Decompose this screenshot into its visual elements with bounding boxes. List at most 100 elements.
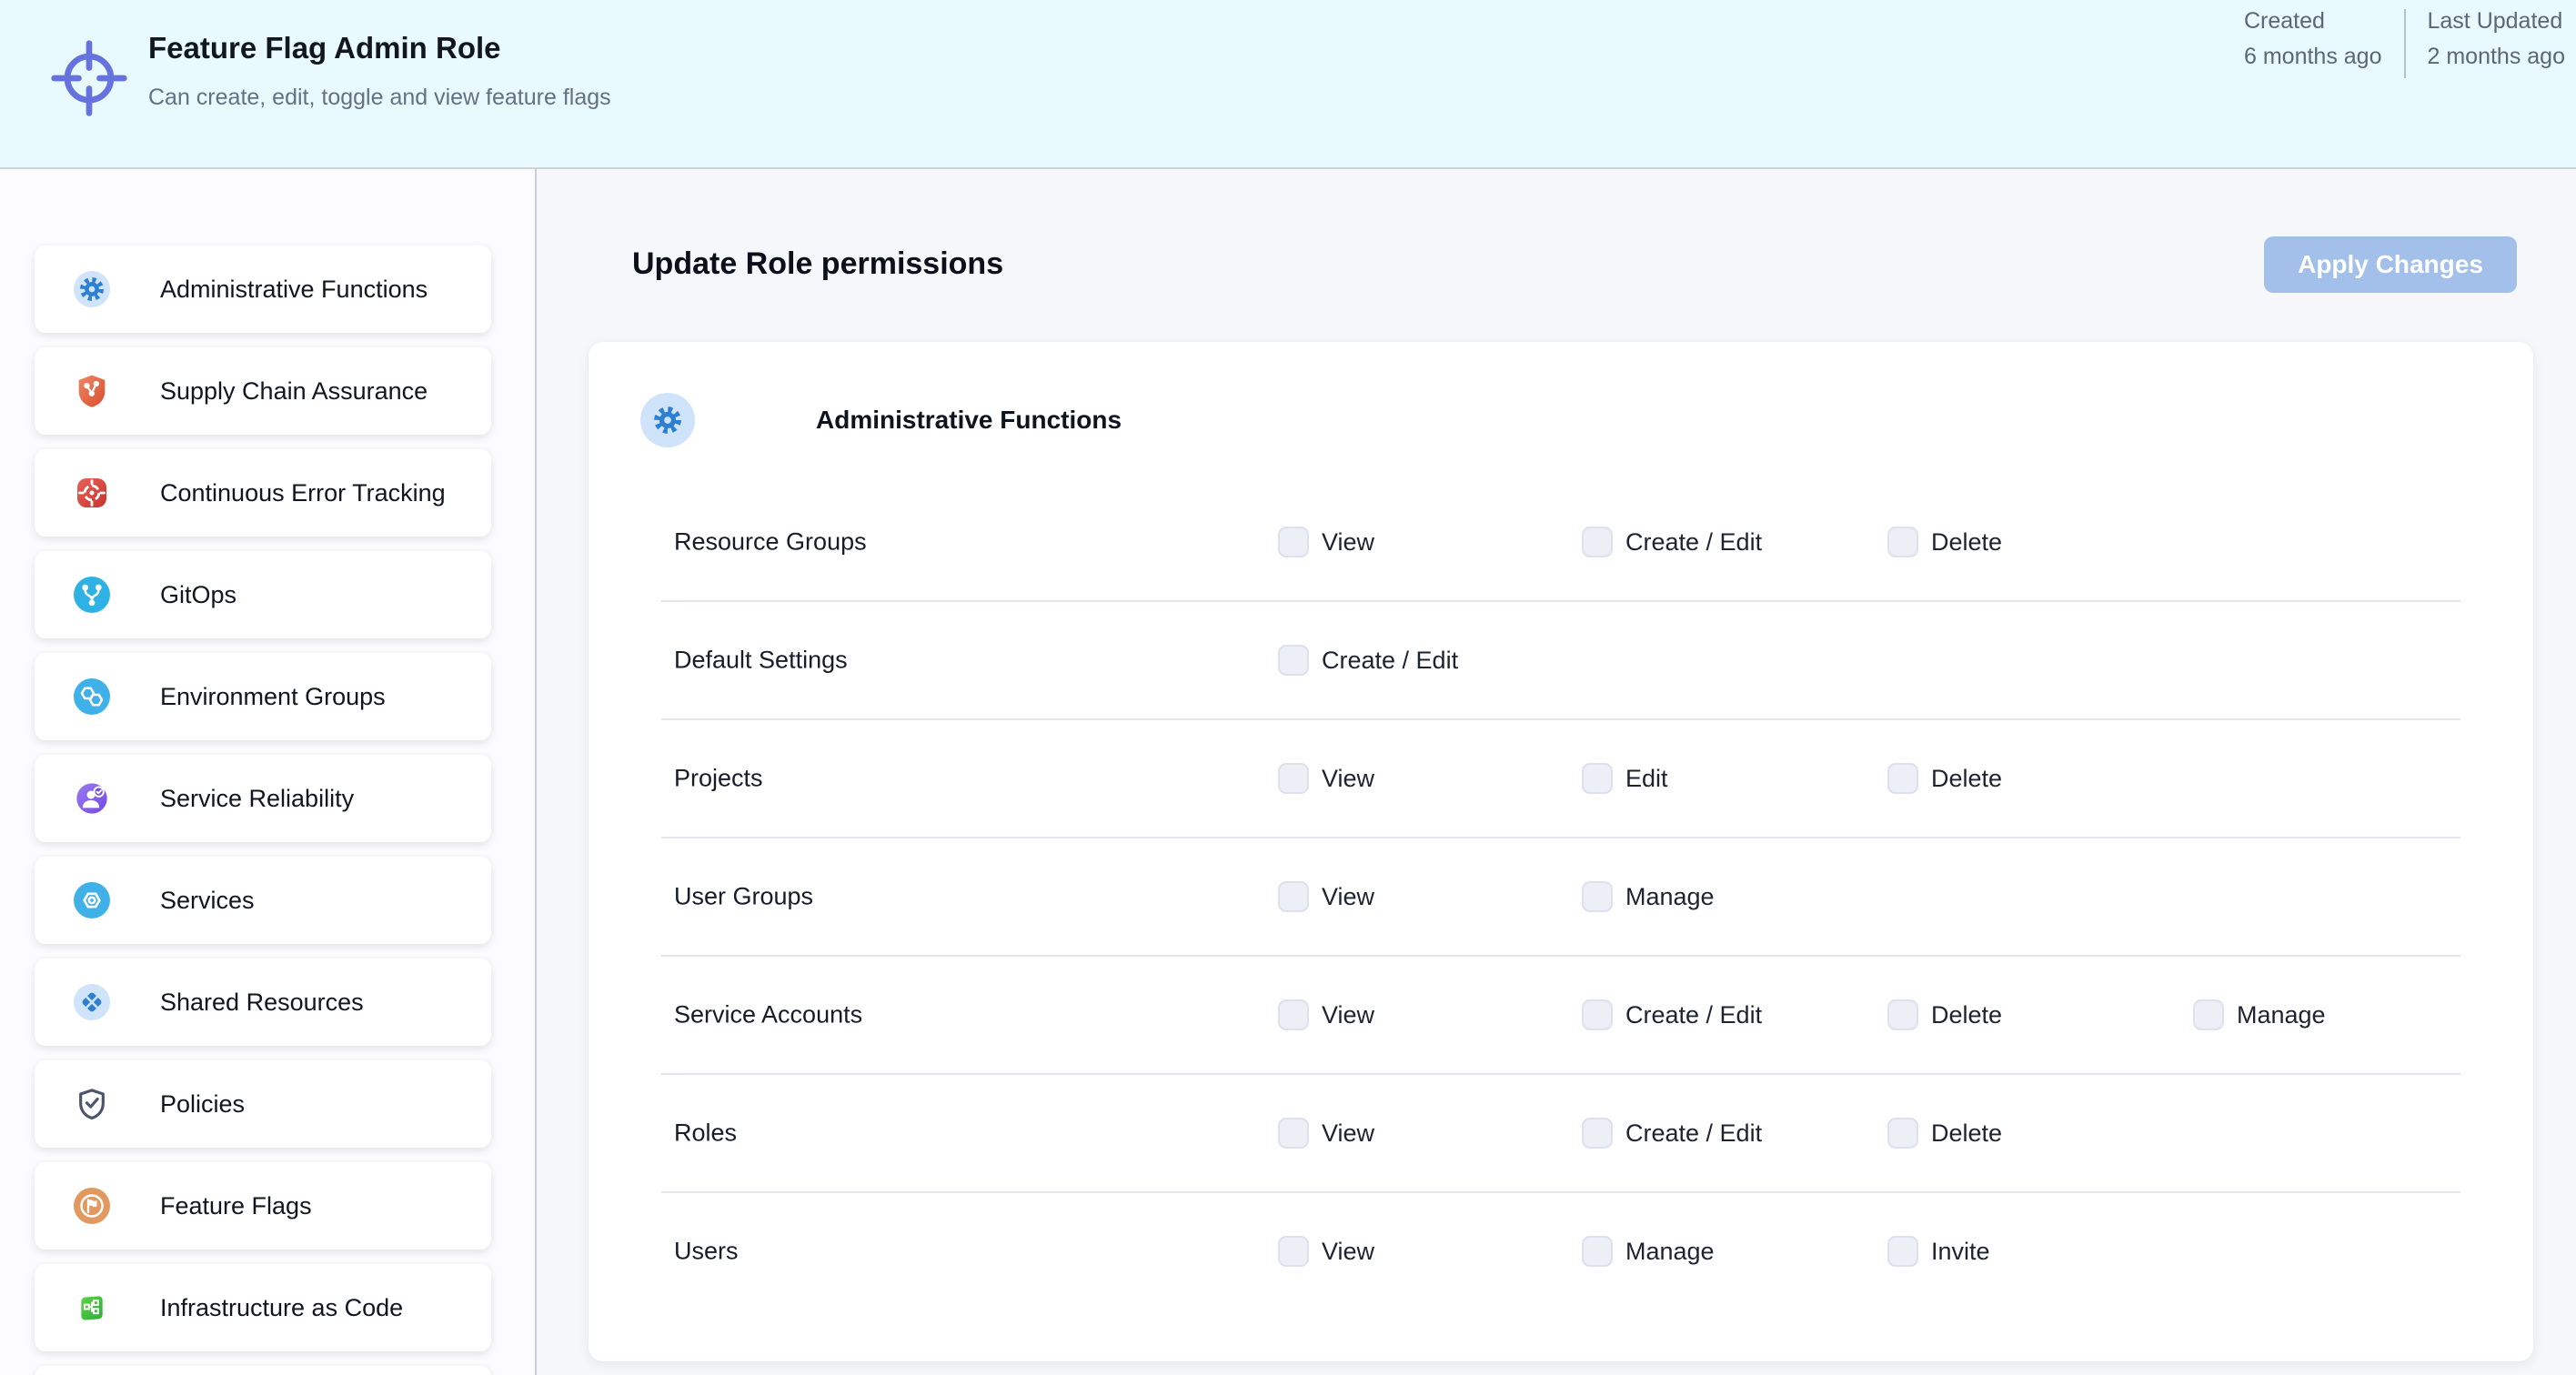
checkbox-default-settings-create-edit[interactable] (1278, 645, 1309, 676)
page-title: Feature Flag Admin Role (148, 31, 501, 65)
updated-value: 2 months ago (2428, 45, 2566, 69)
checkbox-service-accounts-view[interactable] (1278, 999, 1309, 1030)
shield-git-icon (74, 373, 110, 409)
permission-cell-projects-delete: Delete (1887, 763, 2002, 794)
permission-label[interactable]: View (1322, 765, 1374, 793)
permission-label[interactable]: View (1322, 883, 1374, 911)
sidebar-item-label: Continuous Error Tracking (160, 479, 446, 507)
permission-label[interactable]: Delete (1931, 765, 2002, 793)
permission-label[interactable]: Invite (1931, 1238, 1990, 1266)
role-meta: Created 6 months ago Last Updated 2 mont… (2244, 9, 2565, 78)
permission-label[interactable]: View (1322, 1119, 1374, 1148)
permission-label[interactable]: Manage (1625, 883, 1715, 911)
created-value: 6 months ago (2244, 45, 2382, 69)
checkbox-projects-delete[interactable] (1887, 763, 1918, 794)
checkbox-roles-create-edit[interactable] (1582, 1118, 1613, 1149)
sidebar-item-label: Shared Resources (160, 989, 364, 1017)
resource-name: Default Settings (674, 647, 848, 675)
shield-check-icon (74, 1086, 110, 1122)
created-meta: Created 6 months ago (2244, 9, 2382, 69)
updated-meta: Last Updated 2 months ago (2428, 9, 2566, 69)
checkbox-resource-groups-delete[interactable] (1887, 527, 1918, 557)
git-branch-icon (74, 577, 110, 613)
gear-icon (640, 393, 695, 447)
permission-cell-roles-view: View (1278, 1118, 1374, 1149)
checkbox-user-groups-manage[interactable] (1582, 881, 1613, 912)
sidebar-item-shared-resources[interactable]: Shared Resources (35, 958, 491, 1046)
sidebar-item-feature-flags[interactable]: Feature Flags (35, 1162, 491, 1250)
checkbox-service-accounts-create-edit[interactable] (1582, 999, 1613, 1030)
sidebar-item-environment-groups[interactable]: Environment Groups (35, 653, 491, 740)
sidebar-item-continuous-error-tracking[interactable]: Continuous Error Tracking (35, 449, 491, 537)
sidebar-item-partial[interactable] (35, 1366, 491, 1375)
permission-label[interactable]: Delete (1931, 1001, 2002, 1029)
permission-cell-service-accounts-create-edit: Create / Edit (1582, 999, 1762, 1030)
permission-label[interactable]: Edit (1625, 765, 1668, 793)
permission-label[interactable]: Create / Edit (1625, 1001, 1762, 1029)
updated-label: Last Updated (2428, 9, 2566, 34)
permission-row-default-settings: Default Settings Create / Edit (589, 601, 2533, 719)
checkbox-projects-edit[interactable] (1582, 763, 1613, 794)
permission-cell-roles-create-edit: Create / Edit (1582, 1118, 1762, 1149)
permission-cell-users-view: View (1278, 1236, 1374, 1267)
section-heading: Update Role permissions (632, 246, 1003, 282)
checkbox-service-accounts-delete[interactable] (1887, 999, 1918, 1030)
role-crosshair-icon (47, 36, 131, 120)
permission-label[interactable]: Create / Edit (1625, 528, 1762, 557)
sidebar-item-label: Environment Groups (160, 683, 386, 711)
permission-cell-default-settings-create-edit: Create / Edit (1278, 645, 1458, 676)
error-target-icon (74, 475, 110, 511)
checkbox-projects-view[interactable] (1278, 763, 1309, 794)
circuit-icon (74, 1290, 110, 1326)
sidebar-item-administrative-functions[interactable]: Administrative Functions (35, 246, 491, 333)
permission-label[interactable]: Create / Edit (1625, 1119, 1762, 1148)
checkbox-roles-view[interactable] (1278, 1118, 1309, 1149)
permission-cell-service-accounts-view: View (1278, 999, 1374, 1030)
permission-label[interactable]: Manage (1625, 1238, 1715, 1266)
permission-label[interactable]: View (1322, 1001, 1374, 1029)
checkbox-users-manage[interactable] (1582, 1236, 1613, 1267)
permission-cell-resource-groups-view: View (1278, 527, 1374, 557)
permission-label[interactable]: Create / Edit (1322, 647, 1458, 675)
sidebar-item-policies[interactable]: Policies (35, 1060, 491, 1148)
permission-label[interactable]: Manage (2237, 1001, 2326, 1029)
checkbox-resource-groups-view[interactable] (1278, 527, 1309, 557)
permission-label[interactable]: View (1322, 528, 1374, 557)
sidebar-item-label: Services (160, 887, 255, 915)
permission-cell-service-accounts-delete: Delete (1887, 999, 2002, 1030)
permission-label[interactable]: View (1322, 1238, 1374, 1266)
sidebar-item-supply-chain-assurance[interactable]: Supply Chain Assurance (35, 347, 491, 435)
resource-name: Users (674, 1238, 739, 1266)
diamond-grid-icon (74, 984, 110, 1020)
permission-cell-resource-groups-create-edit: Create / Edit (1582, 527, 1762, 557)
permission-row-projects: Projects View Edit Delete (589, 719, 2533, 838)
checkbox-users-view[interactable] (1278, 1236, 1309, 1267)
permission-label[interactable]: Delete (1931, 1119, 2002, 1148)
checkbox-service-accounts-manage[interactable] (2193, 999, 2224, 1030)
permission-cell-user-groups-manage: Manage (1582, 881, 1715, 912)
checkbox-resource-groups-create-edit[interactable] (1582, 527, 1613, 557)
sidebar-item-services[interactable]: Services (35, 857, 491, 944)
permission-row-users: Users View Manage Invite (589, 1192, 2533, 1310)
permission-cell-service-accounts-manage: Manage (2193, 999, 2326, 1030)
permission-row-service-accounts: Service Accounts View Create / Edit Dele… (589, 956, 2533, 1074)
flag-icon (74, 1188, 110, 1224)
sidebar-item-label: Supply Chain Assurance (160, 377, 428, 406)
apply-changes-button[interactable]: Apply Changes (2264, 236, 2517, 293)
sidebar-item-gitops[interactable]: GitOps (35, 551, 491, 638)
sidebar-item-infrastructure-as-code[interactable]: Infrastructure as Code (35, 1264, 491, 1351)
permission-row-resource-groups: Resource Groups View Create / Edit Delet… (589, 483, 2533, 601)
sidebar-item-service-reliability[interactable]: Service Reliability (35, 755, 491, 842)
page-header: Feature Flag Admin Role Can create, edit… (0, 0, 2576, 169)
permissions-card: Administrative Functions Resource Groups… (589, 342, 2533, 1361)
checkbox-users-invite[interactable] (1887, 1236, 1918, 1267)
person-check-icon (74, 780, 110, 817)
permission-cell-users-invite: Invite (1887, 1236, 1990, 1267)
resource-name: Service Accounts (674, 1001, 862, 1029)
checkbox-roles-delete[interactable] (1887, 1118, 1918, 1149)
permission-cell-projects-view: View (1278, 763, 1374, 794)
permission-label[interactable]: Delete (1931, 528, 2002, 557)
checkbox-user-groups-view[interactable] (1278, 881, 1309, 912)
sidebar-item-label: Administrative Functions (160, 276, 428, 304)
resource-name: Resource Groups (674, 528, 867, 557)
